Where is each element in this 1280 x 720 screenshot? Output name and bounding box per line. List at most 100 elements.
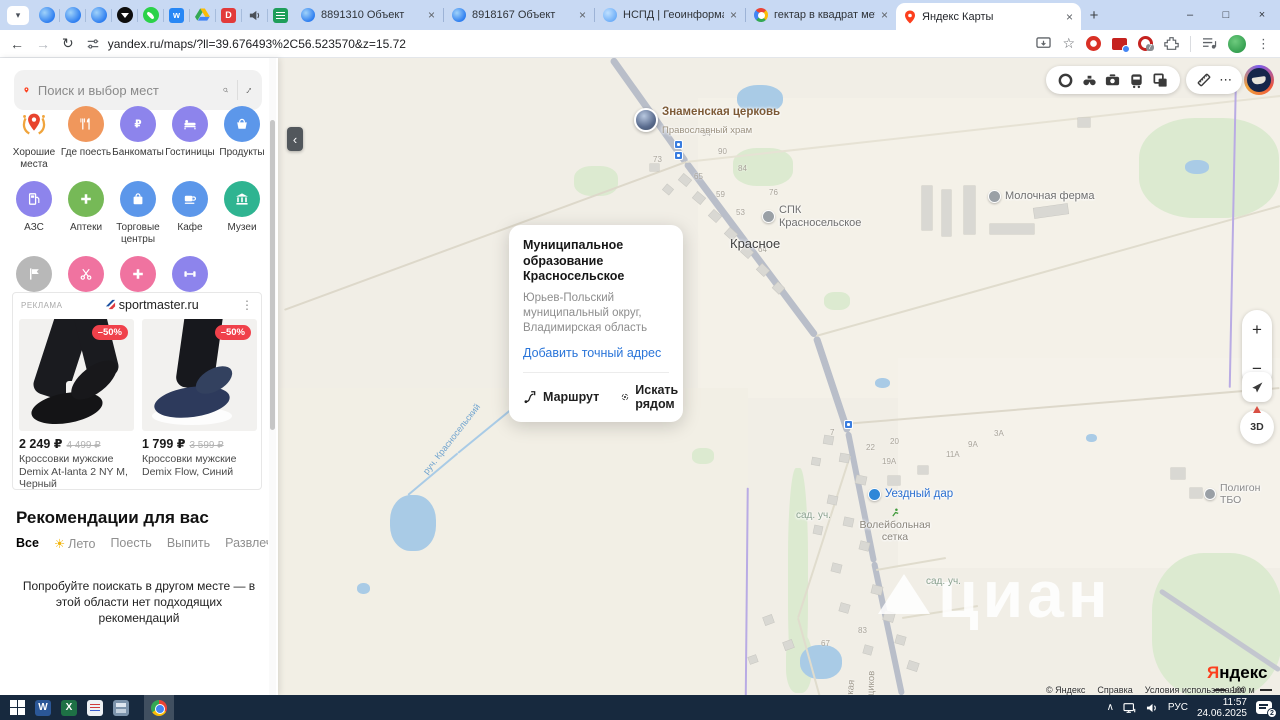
category-pharmacy[interactable]: Аптеки [60, 181, 112, 245]
scrollbar-thumb[interactable] [270, 120, 275, 430]
network-icon[interactable] [1123, 702, 1137, 714]
zoom-in-button[interactable]: + [1242, 310, 1272, 349]
ad-product-1[interactable]: –50% 2 249 ₽4 499 ₽ Кроссовки мужские De… [19, 319, 134, 491]
category-good-places[interactable]: Хорошие места [8, 106, 60, 170]
install-icon[interactable] [1036, 36, 1052, 51]
ad-product-2[interactable]: –50% 1 799 ₽3 599 ₽ Кроссовки мужские De… [142, 319, 257, 491]
close-tab-icon[interactable]: × [1066, 10, 1073, 24]
maximize-button[interactable]: □ [1208, 0, 1244, 30]
taskbar-word[interactable]: W [30, 695, 56, 720]
user-profile-button[interactable] [1244, 65, 1274, 95]
tab-object-8891310[interactable]: 8891310 Объект × [293, 0, 443, 30]
search-nearby-button[interactable]: Искать рядом [621, 383, 684, 411]
poi-church[interactable]: Знаменская церковь Православный храм [634, 102, 780, 138]
category-gas[interactable]: АЗС [8, 181, 60, 245]
traffic-ring-icon[interactable] [1057, 72, 1074, 89]
locate-me-button[interactable] [1242, 372, 1272, 402]
close-tab-icon[interactable]: × [579, 8, 586, 22]
poi-polygon-tbo[interactable]: Полигон ТБО [1204, 482, 1280, 506]
filter-eat[interactable]: Поесть [110, 536, 151, 551]
advertiser-link[interactable]: sportmaster.ru [62, 298, 241, 312]
route-button[interactable]: Маршрут [523, 390, 599, 404]
taskbar-app-2[interactable] [108, 695, 134, 720]
extension-icon-3[interactable]: 7 [1138, 36, 1154, 51]
sidebar-scrollbar[interactable] [269, 58, 276, 695]
poi-volleyball[interactable]: Волейбольная сетка [856, 508, 934, 543]
back-button[interactable]: ← [10, 36, 24, 52]
filter-summer[interactable]: ☀ Лето [54, 536, 96, 551]
tab-yandex-maps[interactable]: Яндекс Карты × [896, 3, 1081, 30]
bus-stop-icon[interactable] [844, 420, 853, 429]
search-input[interactable] [37, 82, 214, 98]
pinned-tab-browser-3[interactable] [86, 0, 111, 30]
filter-drink[interactable]: Выпить [167, 536, 210, 551]
more-tools-icon[interactable]: ⋯ [1219, 72, 1232, 88]
taskbar-excel[interactable]: X [56, 695, 82, 720]
close-tab-icon[interactable]: × [730, 8, 737, 22]
pinned-tab-sound[interactable] [242, 0, 267, 30]
tab-search-dropdown[interactable]: ▾ [7, 5, 29, 25]
filter-fun[interactable]: Развлечься [225, 536, 268, 551]
bus-stop-icon[interactable] [674, 151, 683, 160]
media-controls-icon[interactable] [1202, 37, 1217, 50]
poi-spk[interactable]: СПК Красносельское [762, 204, 872, 229]
category-cafe[interactable]: Кафе [164, 181, 216, 245]
pinned-tab-sheets[interactable] [268, 0, 293, 30]
tray-chevron-icon[interactable]: ∧ [1107, 702, 1114, 713]
extensions-puzzle-icon[interactable] [1164, 36, 1179, 51]
reload-button[interactable]: ↻ [62, 35, 74, 52]
mirrors-camera-icon[interactable] [1104, 72, 1121, 89]
category-hotels[interactable]: Гостиницы [164, 106, 216, 170]
pinned-tab-whatsapp[interactable] [138, 0, 163, 30]
pinned-tab-drive[interactable] [190, 0, 215, 30]
tab-google-search[interactable]: гектар в квадрат метр - Поис × [746, 0, 896, 30]
compass-3d-button[interactable]: 3D [1240, 406, 1274, 444]
collapse-sidebar-button[interactable]: ‹ [287, 127, 303, 151]
ruler-icon[interactable] [1196, 72, 1212, 88]
pinned-tab-browser-2[interactable] [60, 0, 85, 30]
panoramas-icon[interactable] [1081, 72, 1098, 89]
search-icon[interactable] [223, 82, 228, 98]
minimize-button[interactable]: – [1172, 0, 1208, 30]
pinned-tab-dzen[interactable]: D [216, 0, 241, 30]
pinned-tab-browser-1[interactable] [34, 0, 59, 30]
browser-menu-icon[interactable]: ⋮ [1257, 36, 1270, 52]
new-tab-button[interactable]: + [1081, 7, 1107, 24]
add-address-link[interactable]: Добавить точный адрес [523, 346, 669, 360]
start-button[interactable] [4, 695, 30, 720]
language-indicator[interactable]: РУС [1168, 702, 1188, 713]
volume-icon[interactable] [1146, 702, 1159, 714]
extension-icon-2[interactable] [1112, 37, 1130, 53]
category-malls[interactable]: Торговые центры [112, 181, 164, 245]
close-tab-icon[interactable]: × [881, 8, 888, 22]
pinned-tab-vk[interactable]: w [164, 0, 189, 30]
transport-icon[interactable] [1128, 72, 1145, 89]
help-link[interactable]: Справка [1097, 685, 1132, 695]
taskbar-app-1[interactable] [82, 695, 108, 720]
extension-icon-1[interactable] [1086, 36, 1101, 51]
routes-icon[interactable] [246, 82, 252, 99]
profile-avatar[interactable] [1228, 34, 1246, 53]
taskbar-clock[interactable]: 11:57 24.06.2025 [1197, 697, 1247, 719]
notifications-icon[interactable]: 2 [1256, 701, 1277, 718]
bookmark-star-icon[interactable]: ☆ [1062, 35, 1075, 52]
tab-object-8918167[interactable]: 8918167 Объект × [444, 0, 594, 30]
pinned-tab-bat[interactable] [112, 0, 137, 30]
poi-uezdny-dar[interactable]: Уездный дар [868, 488, 953, 502]
filter-all[interactable]: Все [16, 536, 39, 551]
town-label-krasnoe[interactable]: Красное [730, 236, 780, 251]
category-museums[interactable]: Музеи [216, 181, 268, 245]
category-atm[interactable]: ₽ Банкоматы [112, 106, 164, 170]
map-canvas[interactable]: циан Знаменская церковь Православный хра… [278, 58, 1280, 695]
layers-icon[interactable] [1152, 72, 1169, 89]
category-grocery[interactable]: Продукты [216, 106, 268, 170]
search-box[interactable] [14, 70, 262, 110]
close-tab-icon[interactable]: × [428, 8, 435, 22]
poi-farm[interactable]: Молочная ферма [988, 190, 1094, 203]
url-bar[interactable]: yandex.ru/maps/?ll=39.676493%2C56.523570… [86, 33, 1025, 55]
category-eat[interactable]: Где поесть [60, 106, 112, 170]
close-window-button[interactable]: × [1244, 0, 1280, 30]
tab-nspd[interactable]: НСПД | Геоинформационный × [595, 0, 745, 30]
bus-stop-icon[interactable] [674, 140, 683, 149]
yandex-logo[interactable]: Яндекс [1207, 663, 1267, 683]
